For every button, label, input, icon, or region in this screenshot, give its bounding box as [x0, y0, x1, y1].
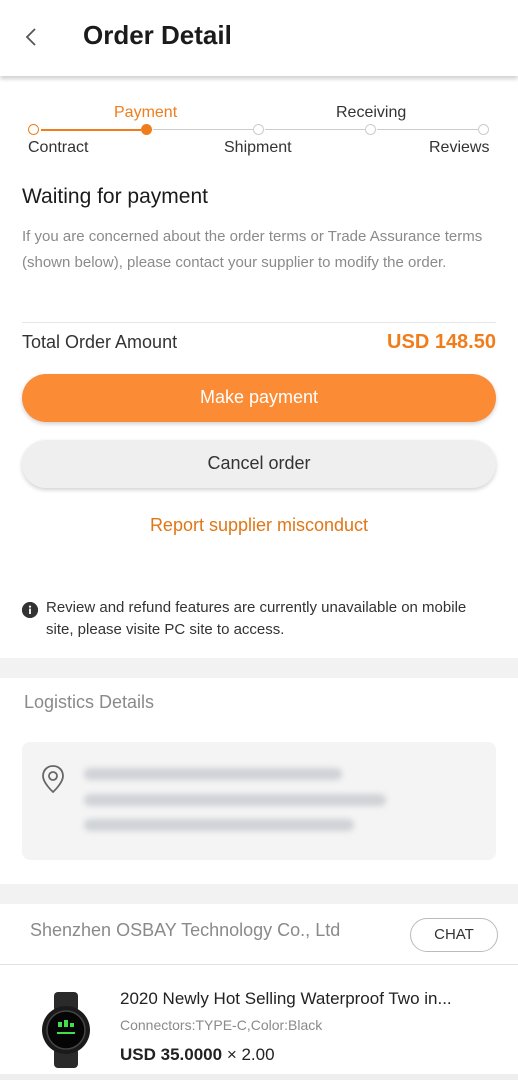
smartwatch-image: [42, 992, 90, 1068]
supplier-name: Shenzhen OSBAY Technology Co., Ltd: [30, 920, 341, 940]
step-label-reviews: Reviews: [429, 139, 490, 156]
chat-button[interactable]: CHAT: [410, 918, 498, 952]
status-description: If you are concerned about the order ter…: [22, 228, 483, 271]
page-title: Order Detail: [83, 20, 232, 50]
logistics-title: Logistics Details: [24, 692, 155, 712]
product-spec: Connectors:TYPE-C,Color:Black: [120, 1017, 323, 1033]
step-label-shipment: Shipment: [224, 139, 292, 156]
step-label-payment: Payment: [114, 104, 178, 121]
order-progress-stepper: Payment Receiving Contract Shipment Revi…: [0, 100, 518, 160]
total-order-label: Total Order Amount: [22, 332, 178, 352]
step-label-contract: Contract: [28, 139, 89, 156]
product-price: USD 35.0000: [120, 1045, 223, 1064]
report-supplier-link[interactable]: Report supplier misconduct: [0, 515, 518, 536]
logistics-address-card[interactable]: [22, 742, 496, 860]
notice-text: Review and refund features are currently…: [46, 599, 467, 638]
info-icon: [22, 602, 38, 618]
blurred-address-line: [84, 794, 386, 806]
blurred-address-line: [84, 768, 342, 780]
divider: [22, 322, 496, 323]
step-dot-shipment: [253, 124, 264, 135]
make-payment-button[interactable]: Make payment: [22, 374, 496, 422]
blurred-address-line: [84, 819, 354, 831]
section-separator: [0, 884, 518, 904]
status-title: Waiting for payment: [22, 185, 208, 208]
product-quantity: × 2.00: [226, 1045, 275, 1064]
chevron-left-icon: [25, 28, 36, 46]
section-separator: [0, 658, 518, 678]
total-order-amount: USD 148.50: [387, 331, 496, 353]
location-pin-icon: [42, 765, 64, 794]
product-name[interactable]: 2020 Newly Hot Selling Waterproof Two in…: [120, 989, 500, 1009]
divider: [0, 964, 518, 965]
step-dot-payment: [141, 124, 152, 135]
back-button[interactable]: [16, 22, 46, 52]
step-line-1: [41, 128, 141, 131]
step-line-3: [265, 129, 365, 130]
step-line-2: [153, 129, 253, 130]
step-dot-reviews: [478, 124, 489, 135]
app-header: Order Detail: [0, 0, 518, 76]
section-separator: [0, 1074, 518, 1080]
step-line-4: [377, 129, 478, 130]
step-dot-contract: [28, 124, 39, 135]
step-dot-receiving: [365, 124, 376, 135]
step-label-receiving: Receiving: [336, 104, 407, 121]
product-thumbnail[interactable]: [38, 990, 94, 1070]
product-price-line: USD 35.0000 × 2.00: [120, 1045, 275, 1065]
cancel-order-button[interactable]: Cancel order: [22, 440, 496, 488]
